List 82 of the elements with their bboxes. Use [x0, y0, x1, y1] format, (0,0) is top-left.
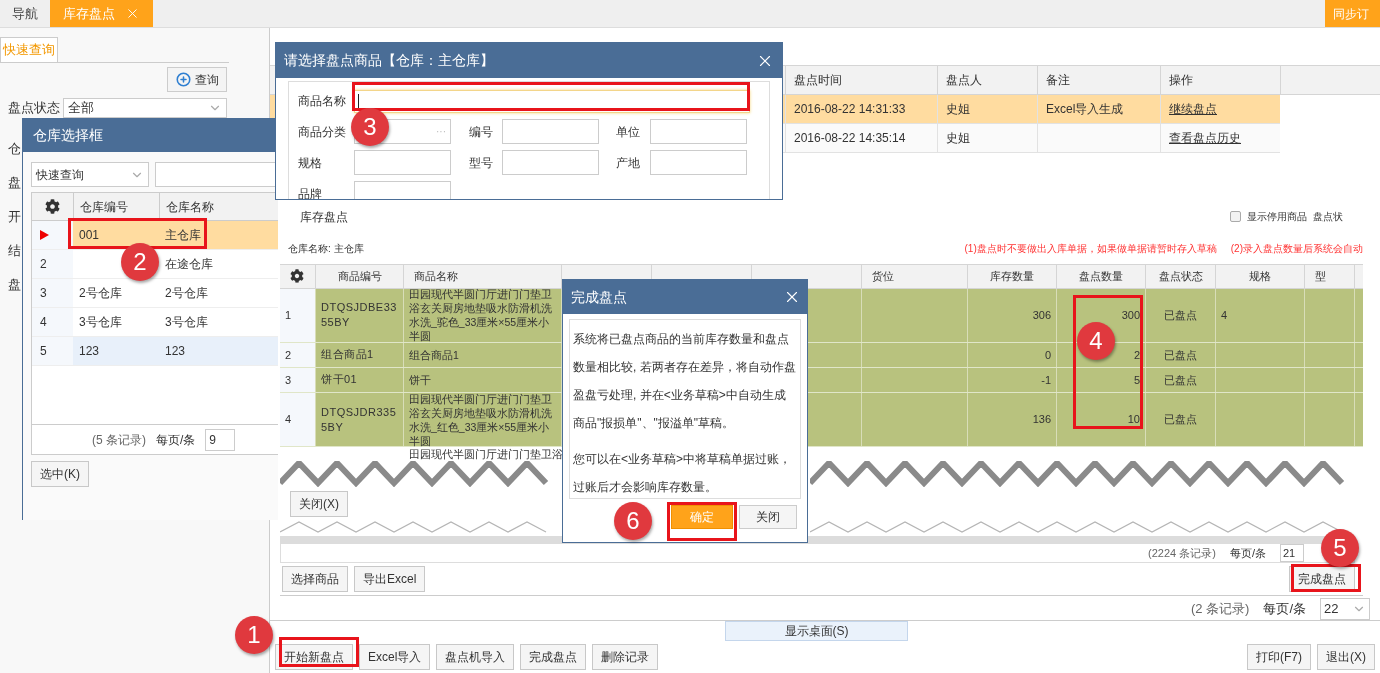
field-label: 编号 [469, 123, 494, 141]
table-cell-text: 已盘点 [1164, 347, 1197, 363]
table-cell-text: 001 [79, 227, 100, 244]
field-label: 规格 [298, 154, 323, 172]
field-label: 商品名称 [298, 93, 347, 110]
filter-label: 盘 [8, 174, 21, 193]
table-cell: 2016-08-22 14:35:14 [785, 124, 937, 152]
table-cell: DTQSJDR3355BY [321, 404, 398, 435]
record-count: (2224 条记录) [1148, 545, 1216, 561]
table-cell-text: 田园现代半圆门厅进门门垫卫浴玄关厨房地垫吸水防滑机洗水洗_红色_33厘米×55厘米小半圆 [409, 391, 553, 449]
warning-note: (2)录入盘点数量后系统会自动 [1230, 242, 1363, 257]
row-number: 4 [40, 314, 47, 331]
table-cell-text: 2 [1133, 347, 1140, 363]
filter-label: 仓 [8, 140, 21, 159]
dialog-title: 请选择盘点商品【仓库：主仓库】 [284, 51, 494, 70]
table-cell-text: -1 [1041, 372, 1051, 388]
field-label: 单位 [616, 123, 641, 141]
table-cell-text: 123 [165, 343, 186, 360]
table-cell: 史姐 [937, 124, 1037, 152]
row-number: 5 [40, 343, 47, 360]
dialog-title: 仓库选择框 [33, 125, 103, 145]
table-cell-text: 已盘点 [1164, 307, 1197, 323]
column-header: 备注 [1037, 66, 1160, 94]
table-cell-text: 306 [1032, 307, 1051, 323]
table-cell-text: 田园现代半圆门厅进门门垫卫浴 [408, 447, 563, 462]
column-header: 盘点数量 [1079, 269, 1123, 285]
filter-label: 盘点状态 [8, 99, 60, 118]
column-header: 型 [1315, 269, 1326, 285]
table-cell-text: 在途仓库 [165, 256, 213, 273]
status-label: 盘点状 [1313, 210, 1343, 225]
column-header: 盘点人 [937, 66, 1037, 94]
table-cell-text: 2号仓库 [79, 285, 122, 302]
table-cell-text: 田园现代半圆门厅进门门垫卫浴玄关厨房地垫吸水防滑机洗水洗_驼色_33厘米×55厘米小半圆 [409, 287, 553, 345]
table-cell: 饼干01 [321, 372, 358, 388]
filter-label: 开 [8, 208, 21, 227]
table-cell-text: 136 [1032, 412, 1051, 428]
checkbox-label: 显示停用商品 [1247, 210, 1307, 225]
record-count: (5 条记录) [92, 431, 146, 449]
dialog-title: 完成盘点 [571, 287, 627, 307]
record-count: (2 条记录) [1190, 599, 1250, 618]
table-cell-text: Excel导入生成 [1046, 101, 1124, 118]
column-header: 仓库编号 [73, 193, 159, 220]
per-page-label: 每页/条 [1229, 545, 1266, 561]
table-cell-text: 饼干 [409, 372, 431, 388]
table-cell: 史姐 [937, 95, 1037, 123]
column-header: 商品名称 [414, 269, 458, 285]
table-cell-text: 4 [1221, 307, 1228, 323]
column-header: 盘点时间 [785, 66, 937, 94]
picker-dots: ··· [436, 125, 446, 139]
message-text: 您可以在<业务草稿>中将草稿单据过账，过账后才会影响库存数量。 [573, 451, 792, 496]
table-cell-text: 主仓库 [165, 227, 201, 244]
row-number: 2 [285, 347, 292, 363]
row-number: 2 [40, 256, 47, 273]
table-cell-text: 已盘点 [1164, 412, 1197, 428]
table-cell-text: 组合商品1 [409, 347, 459, 363]
table-cell: 2016-08-22 14:31:33 [785, 95, 937, 123]
field-label: 商品分类 [298, 123, 347, 141]
column-header: 操作 [1160, 66, 1280, 94]
table-cell-text: 123 [79, 343, 100, 360]
filter-label: 结 [8, 242, 21, 261]
table-cell-text: 3号仓库 [79, 314, 122, 331]
filter-label: 盘 [8, 276, 21, 295]
row-number: 1 [285, 307, 292, 323]
column-header: 货位 [872, 269, 894, 285]
table-cell-text: 5 [1133, 372, 1140, 388]
per-page-label: 每页/条 [1263, 599, 1306, 618]
field-label: 产地 [616, 154, 641, 172]
table-cell-text: 2号仓库 [165, 285, 208, 302]
field-label: 型号 [469, 154, 494, 172]
table-cell-text: 0 [1044, 347, 1051, 363]
per-page-label: 每页/条 [156, 431, 196, 449]
column-header: 库存数量 [990, 269, 1034, 285]
column-header: 盘点状态 [1158, 269, 1203, 285]
column-header: 规格 [1249, 269, 1271, 285]
table-cell-text: 10 [1127, 412, 1140, 428]
table-cell-text: 3号仓库 [165, 314, 208, 331]
warning-note: (1)盘点时不要做出入库单据，如果做单据请暂时存入草稿 [964, 242, 1217, 257]
row-number: 3 [40, 285, 47, 302]
table-cell-text: 300 [1121, 307, 1140, 323]
table-cell-text: 已盘点 [1164, 372, 1197, 388]
row-number: 3 [285, 372, 292, 388]
row-number: 4 [285, 412, 292, 428]
